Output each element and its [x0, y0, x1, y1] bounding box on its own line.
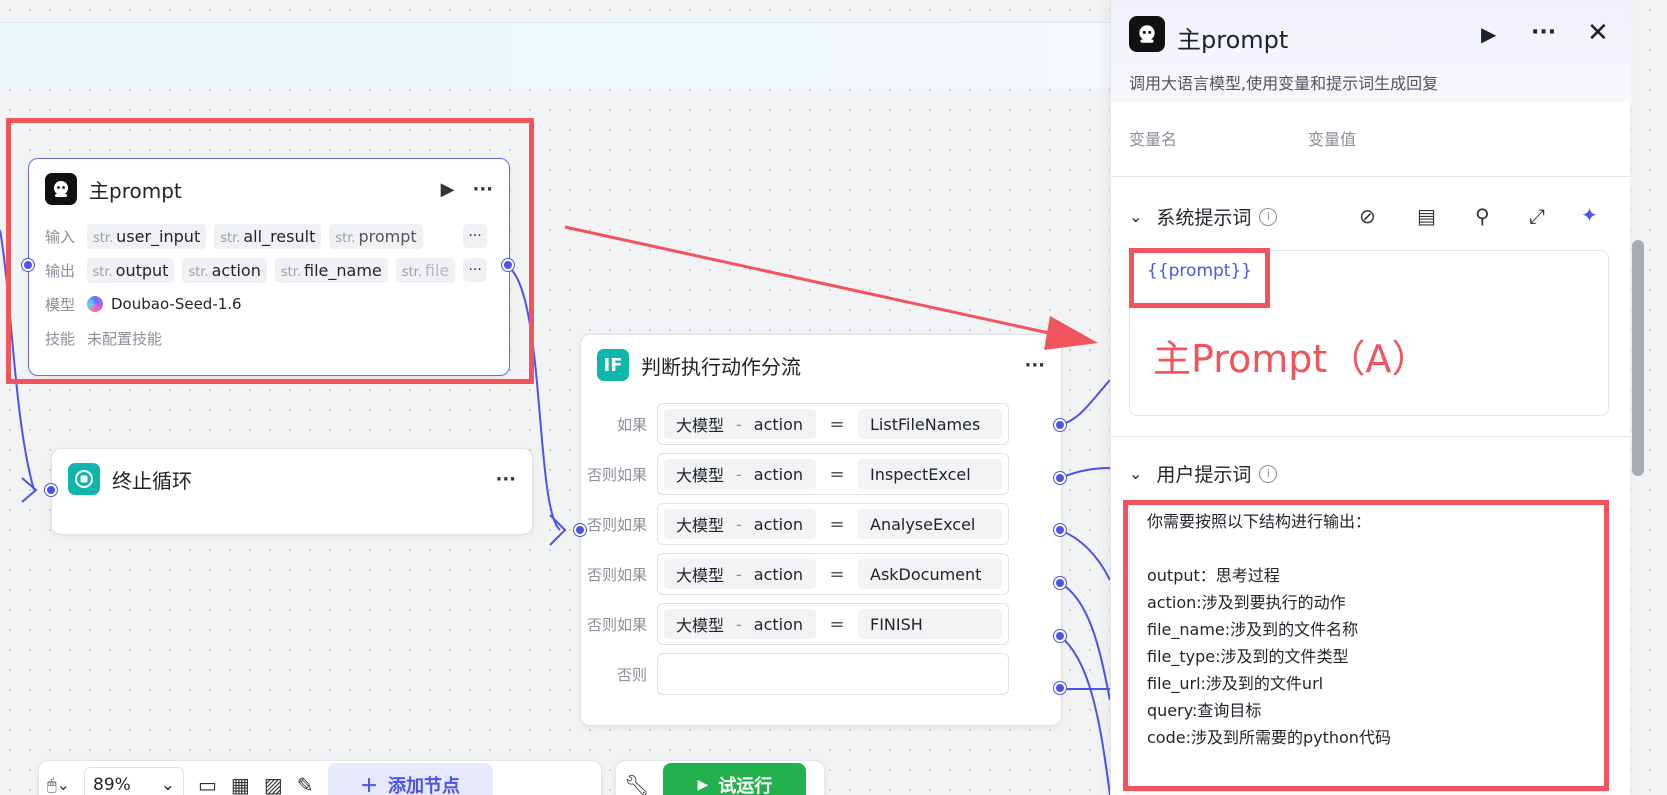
- user-prompt-header[interactable]: ⌄ 用户提示词 i: [1129, 460, 1278, 487]
- panel-scrollbar[interactable]: [1632, 240, 1644, 476]
- panel-title[interactable]: 主prompt: [1177, 20, 1288, 55]
- prompt-line: output：思考过程: [1147, 566, 1280, 585]
- prompt-line: 你需要按照以下结构进行输出：: [1147, 512, 1372, 531]
- divider: [1111, 176, 1631, 177]
- divider: [1111, 436, 1631, 437]
- panel-subtitle: 调用大语言模型,使用变量和提示词生成回复: [1129, 74, 1439, 93]
- lightbulb-icon[interactable]: ⚲: [1475, 204, 1490, 228]
- info-icon: i: [1259, 207, 1278, 226]
- system-prompt-header[interactable]: ⌄ 系统提示词 i: [1129, 203, 1278, 230]
- prompt-line: action:涉及到要执行的动作: [1147, 593, 1346, 612]
- prompt-line: file_type:涉及到的文件类型: [1147, 647, 1349, 666]
- user-prompt-title: 用户提示词: [1156, 464, 1252, 486]
- var-name-header: 变量名: [1129, 130, 1178, 149]
- var-value-header: 变量值: [1308, 130, 1357, 149]
- compass-icon[interactable]: ⊘: [1359, 204, 1376, 228]
- library-icon[interactable]: ▤: [1417, 204, 1436, 228]
- expand-icon[interactable]: ⤢: [1529, 204, 1545, 228]
- annotation-label: 主Prompt（A）: [1153, 337, 1430, 381]
- info-icon: i: [1259, 464, 1278, 483]
- system-prompt-title: 系统提示词: [1156, 207, 1252, 229]
- prompt-line: file_name:涉及到的文件名称: [1147, 620, 1359, 639]
- chevron-down-icon[interactable]: ⌄: [1129, 207, 1142, 226]
- chevron-down-icon[interactable]: ⌄: [1129, 464, 1142, 483]
- ai-optimize-icon[interactable]: ✦: [1581, 203, 1598, 227]
- more-options-icon[interactable]: ···: [1531, 20, 1556, 45]
- close-icon[interactable]: ✕: [1587, 18, 1609, 48]
- llm-bot-icon: [1129, 16, 1165, 52]
- prompt-line: [1147, 535, 1391, 562]
- prompt-line: query:查询目标: [1147, 701, 1262, 720]
- user-prompt-content: 你需要按照以下结构进行输出： output：思考过程 action:涉及到要执行…: [1147, 508, 1391, 751]
- prompt-line: file_url:涉及到的文件url: [1147, 674, 1324, 693]
- run-node-play-icon[interactable]: ▶: [1481, 22, 1496, 46]
- prompt-line: code:涉及到所需要的python代码: [1147, 728, 1391, 747]
- annotation-box-variable: [1129, 248, 1270, 308]
- node-config-panel: 主prompt ▶ ··· ✕ 调用大语言模型,使用变量和提示词生成回复 变量名…: [1110, 0, 1631, 795]
